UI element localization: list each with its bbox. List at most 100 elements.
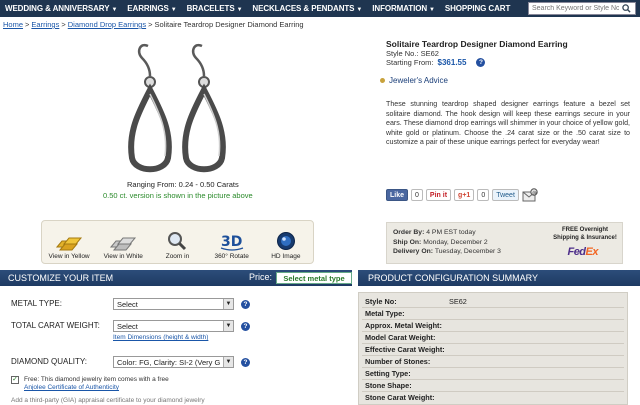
jewelers-advice-link[interactable]: Jeweler's Advice	[380, 76, 448, 85]
nav-label: BRACELETS	[186, 4, 235, 13]
facebook-like-button[interactable]: Like	[386, 189, 409, 201]
order-by-row: Order By: 4 PM EST today	[393, 228, 501, 238]
search-input[interactable]	[529, 5, 619, 12]
like-label: Like	[390, 191, 405, 199]
summary-label: Metal Type:	[365, 309, 405, 318]
starting-price: Starting From: $361.55 ?	[386, 58, 486, 67]
metal-type-value: Select	[117, 299, 138, 309]
search-box	[528, 2, 636, 15]
zoom-in-label: Zoom in	[165, 253, 190, 260]
view-white-label: View in White	[103, 253, 143, 260]
order-by-value: 4 PM EST today	[426, 229, 476, 236]
nav-necklaces[interactable]: NECKLACES & PENDANTS ▼	[247, 4, 367, 13]
summary-value: SE62	[449, 297, 467, 306]
summary-label: Setting Type:	[365, 369, 411, 378]
version-note: 0.50 ct. version is shown in the picture…	[103, 191, 253, 200]
price-label: Price:	[249, 272, 273, 282]
price-value: $361.55	[437, 58, 467, 67]
nav-bracelets[interactable]: BRACELETS ▼	[182, 4, 248, 13]
search-icon[interactable]	[619, 3, 633, 14]
nav-label: WEDDING & ANNIVERSARY	[5, 4, 110, 13]
metal-type-select[interactable]: Select ▼	[113, 298, 234, 310]
breadcrumb-earrings[interactable]: Earrings	[31, 20, 59, 29]
chevron-down-icon: ▼	[236, 7, 243, 13]
divider	[362, 331, 624, 332]
carat-weight-select[interactable]: Select ▼	[113, 320, 234, 332]
fedex-logo: FedEx	[567, 246, 598, 258]
breadcrumb-separator: >	[61, 20, 66, 29]
rotate-360-button[interactable]: 3D 360° Rotate	[207, 231, 257, 260]
chevron-down-icon: ▼	[223, 357, 233, 367]
summary-label: Style No:	[365, 297, 397, 306]
carat-weight-value: Select	[117, 321, 138, 331]
google-plus-button[interactable]: g+1	[454, 189, 475, 201]
gold-bars-icon	[56, 237, 83, 251]
ship-on-label: Ship On:	[393, 238, 422, 246]
appraisal-option-text: Add a third-party (GIA) appraisal certif…	[11, 397, 205, 404]
help-icon[interactable]: ?	[476, 58, 486, 67]
divider	[362, 343, 624, 344]
camera-lens-icon	[276, 232, 295, 250]
hd-image-label: HD Image	[271, 253, 301, 260]
free-certificate-text: Free: This diamond jewelry item comes wi…	[24, 376, 169, 392]
divider	[362, 307, 624, 308]
bullet-icon	[380, 78, 385, 83]
tweet-button[interactable]: Tweet	[492, 189, 519, 201]
diamond-quality-select[interactable]: Color: FG, Clarity: SI-2 (Very G ▼	[113, 356, 234, 368]
view-yellow-button[interactable]: View in Yellow	[44, 233, 94, 260]
email-icon[interactable]: @	[522, 188, 538, 202]
product-description: These stunning teardrop shaped designer …	[386, 100, 630, 146]
nav-label: EARRINGS	[127, 4, 169, 13]
item-dimensions-link[interactable]: Item Dimensions (height & width)	[113, 334, 208, 341]
delivery-on-value: Tuesday, December 3	[434, 248, 501, 255]
nav-label: INFORMATION	[372, 4, 428, 13]
free-certificate-line: Free: This diamond jewelry item comes wi…	[24, 376, 169, 383]
style-number: Style No.: SE62	[386, 49, 439, 58]
hd-image-button[interactable]: HD Image	[261, 231, 311, 260]
delivery-on-label: Delivery On:	[393, 248, 434, 255]
ship-on-value: Monday, December 2	[423, 238, 488, 246]
divider	[362, 355, 624, 356]
divider	[362, 319, 624, 320]
certificate-link[interactable]: Anjolee Certificate of Authenticity	[24, 384, 169, 392]
view-white-button[interactable]: View in White	[98, 233, 148, 260]
rotate-label: 360° Rotate	[214, 253, 249, 260]
help-icon[interactable]: ?	[241, 300, 250, 309]
price-label: Starting From:	[386, 58, 434, 67]
breadcrumb-separator: >	[25, 20, 30, 29]
svg-text:3D: 3D	[221, 234, 242, 250]
chevron-down-icon: ▼	[356, 7, 363, 13]
gplus-count: 0	[477, 189, 490, 201]
chevron-down-icon: ▼	[170, 7, 177, 13]
customize-header: CUSTOMIZE YOUR ITEM Price: Select metal …	[0, 270, 352, 286]
top-nav: WEDDING & ANNIVERSARY ▼ EARRINGS ▼ BRACELE…	[0, 0, 640, 17]
delivery-lines: Order By: 4 PM EST today Ship On: Monday…	[393, 228, 501, 257]
diamond-quality-value: Color: FG, Clarity: SI-2 (Very G	[117, 357, 221, 367]
breadcrumb-home[interactable]: Home	[3, 20, 23, 29]
free-certificate-checkbox[interactable]: ✓	[11, 376, 19, 384]
chevron-down-icon: ▼	[223, 299, 233, 309]
nav-information[interactable]: INFORMATION ▼	[367, 4, 440, 13]
help-icon[interactable]: ?	[241, 358, 250, 367]
summary-label: Effective Carat Weight:	[365, 345, 445, 354]
metal-type-label: METAL TYPE:	[11, 299, 62, 308]
carat-weight-label: TOTAL CARAT WEIGHT:	[11, 321, 100, 330]
product-image[interactable]	[100, 28, 250, 178]
nav-earrings[interactable]: EARRINGS ▼	[122, 4, 181, 13]
fedex-logo-fed: Fed	[567, 246, 586, 258]
fedex-logo-ex: Ex	[585, 246, 599, 258]
nav-label: NECKLACES & PENDANTS	[252, 4, 355, 13]
summary-label: Approx. Metal Weight:	[365, 321, 442, 330]
divider	[362, 379, 624, 380]
nav-label: SHOPPING CART	[444, 4, 511, 13]
summary-title: PRODUCT CONFIGURATION SUMMARY	[368, 273, 539, 283]
nav-shopping-cart[interactable]: SHOPPING CART	[440, 4, 515, 13]
like-count: 0	[411, 189, 423, 201]
zoom-in-button[interactable]: Zoom in	[152, 231, 202, 260]
help-icon[interactable]: ?	[241, 322, 250, 331]
customize-title: CUSTOMIZE YOUR ITEM	[8, 273, 114, 283]
chevron-down-icon: ▼	[223, 321, 233, 331]
nav-wedding[interactable]: WEDDING & ANNIVERSARY ▼	[0, 4, 122, 13]
pinterest-button[interactable]: Pin it	[425, 189, 452, 201]
view-options-panel: View in Yellow View in White Zoom in 3D …	[41, 220, 314, 264]
